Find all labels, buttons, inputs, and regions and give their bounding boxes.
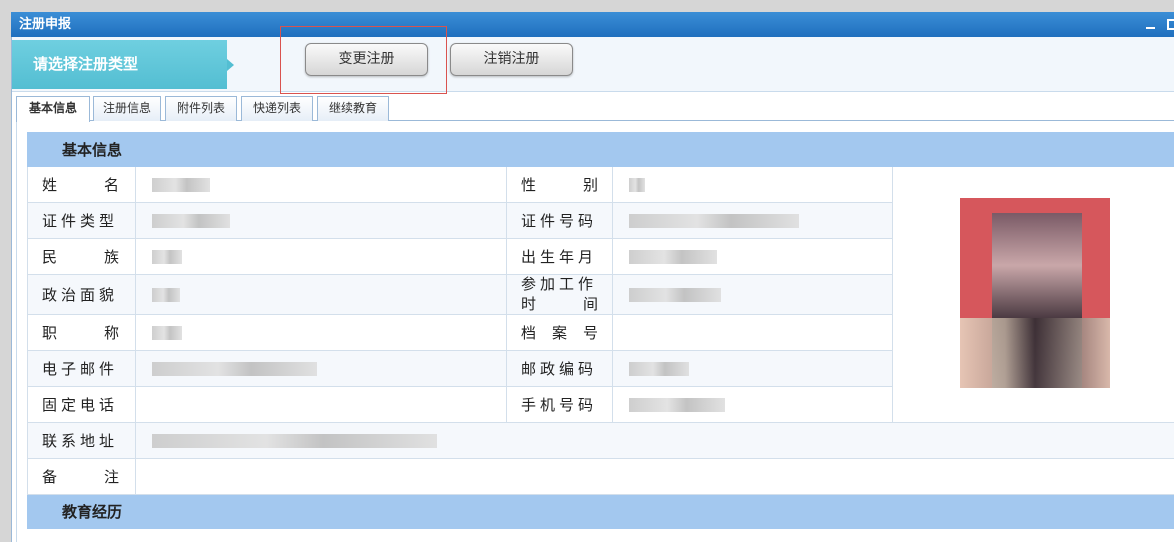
birth-field[interactable] [612, 238, 893, 275]
name-label: 姓名 [27, 166, 136, 203]
email-label: 电子邮件 [27, 350, 136, 387]
cancel-registration-button[interactable]: 注销注册 [450, 43, 573, 76]
mobile-label: 手机号码 [506, 386, 613, 423]
name-field[interactable] [135, 166, 507, 203]
minimize-icon[interactable] [1145, 19, 1156, 30]
gender-field[interactable] [612, 166, 893, 203]
section-header: 教育经历 [26, 494, 1174, 529]
profile-photo [960, 197, 1110, 388]
registration-type-bar: 请选择注册类型 变更注册 注销注册 [12, 26, 1174, 94]
archive-field[interactable] [612, 314, 893, 351]
remark-label: 备注 [27, 458, 136, 495]
section-header: 基本信息 [26, 132, 1174, 167]
photo-cell [891, 166, 1174, 423]
tab-bar: 基本信息 注册信息 附件列表 快递列表 继续教育 [16, 95, 1174, 122]
app-window: 注册申报 请选择注册类型 变更注册 注销注册 基本信息 注册信息 附件列表 快递… [0, 0, 1174, 542]
address-field[interactable] [134, 422, 1174, 459]
tab-basic-info[interactable]: 基本信息 [16, 96, 90, 122]
ethnicity-label: 民族 [27, 238, 136, 275]
basic-info-table: 基本信息 姓名 性别 证件类型 证件号码 民 族 出生年月 政治面貌 参加工作 … [26, 132, 1174, 529]
phone-label: 固定电话 [27, 386, 136, 423]
maximize-icon[interactable] [1167, 19, 1174, 30]
postcode-field[interactable] [612, 350, 893, 387]
section-basic-title: 基本信息 [26, 132, 1174, 167]
tab-attachments[interactable]: 附件列表 [165, 96, 237, 121]
birth-label: 出生年月 [506, 238, 613, 275]
id-type-field[interactable] [135, 202, 507, 239]
window-title-bar: 注册申报 [11, 12, 1174, 37]
phone-field[interactable] [135, 386, 507, 423]
window-title: 注册申报 [19, 17, 72, 32]
ethnicity-field[interactable] [135, 238, 507, 275]
registration-type-label: 请选择注册类型 [12, 40, 234, 89]
title-field[interactable] [135, 314, 507, 351]
id-number-field[interactable] [612, 202, 893, 239]
gender-label: 性别 [506, 166, 613, 203]
politics-field[interactable] [135, 274, 507, 315]
mobile-field[interactable] [612, 386, 893, 423]
form-row: 联系地址 [27, 422, 1174, 459]
tab-registration-info[interactable]: 注册信息 [93, 96, 161, 121]
change-registration-button[interactable]: 变更注册 [305, 43, 428, 76]
address-label: 联系地址 [27, 422, 136, 459]
section-education-title: 教育经历 [26, 494, 1174, 529]
postcode-label: 邮政编码 [506, 350, 613, 387]
email-field[interactable] [135, 350, 507, 387]
title-label: 职称 [27, 314, 136, 351]
id-number-label: 证件号码 [506, 202, 613, 239]
content-panel: 请选择注册类型 变更注册 注销注册 基本信息 注册信息 附件列表 快递列表 继续… [11, 26, 1174, 542]
tab-continuing-education[interactable]: 继续教育 [317, 96, 389, 121]
politics-label: 政治面貌 [27, 274, 136, 315]
basic-info-form: 基本信息 姓名 性别 证件类型 证件号码 民 族 出生年月 政治面貌 参加工作 … [16, 122, 1174, 542]
work-start-label: 参加工作 时间 [506, 274, 613, 315]
tab-express[interactable]: 快递列表 [241, 96, 313, 121]
remark-field[interactable] [134, 458, 1174, 495]
form-row: 姓名 性别 [27, 166, 1174, 423]
work-start-field[interactable] [612, 274, 893, 315]
form-row: 备注 [27, 458, 1174, 495]
archive-label: 档案号 [506, 314, 613, 351]
id-type-label: 证件类型 [27, 202, 136, 239]
